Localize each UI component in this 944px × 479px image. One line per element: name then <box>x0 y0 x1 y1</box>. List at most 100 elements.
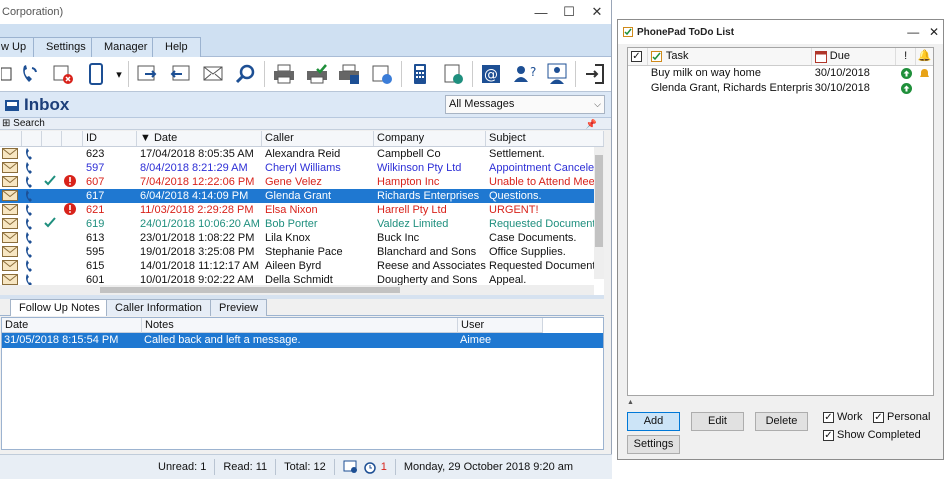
cell-company: Buck Inc <box>377 232 420 244</box>
tab-preview[interactable]: Preview <box>210 299 268 316</box>
personal-label: Personal <box>887 411 931 423</box>
delete-button[interactable]: Delete <box>755 412 808 431</box>
settings-button[interactable]: Settings <box>627 435 680 454</box>
table-row[interactable]: 619 24/01/2018 10:06:20 AM Bob Porter Valde… <box>0 217 604 231</box>
table-row[interactable]: 623 17/04/2018 8:05:35 AM Alexandra Reid Ca… <box>0 147 604 161</box>
tab-follow-up-notes[interactable]: Follow Up Notes <box>10 299 109 316</box>
todo-item[interactable]: Buy milk on way home 30/10/2018 <box>628 66 933 81</box>
search-icon[interactable] <box>229 59 262 89</box>
todo-title: PhonePad ToDo List <box>637 26 735 38</box>
menu-tab-settings[interactable]: Settings <box>33 37 99 57</box>
cell-caller: Elsa Nixon <box>265 204 318 216</box>
col-urgent-icon[interactable] <box>62 131 83 146</box>
col-type-icon[interactable] <box>22 131 42 146</box>
phone-icon <box>22 203 42 217</box>
table-row[interactable]: 613 23/01/2018 1:08:22 PM Lila Knox Buck In… <box>0 231 604 245</box>
todo-col-priority[interactable]: ! <box>896 48 917 65</box>
status-alerts[interactable]: 1 <box>335 459 396 475</box>
edit-button[interactable]: Edit <box>691 412 744 431</box>
todo-col-reminder[interactable]: 🔔 <box>916 48 933 65</box>
table-row[interactable]: 621 11/03/2018 2:29:28 PM Elsa Nixon Harrel… <box>0 203 604 217</box>
empty-cell <box>62 217 83 231</box>
col-done-icon[interactable] <box>42 131 62 146</box>
col-status-icon[interactable] <box>0 131 22 146</box>
show-completed-checkbox[interactable]: ✓ Show Completed <box>823 429 921 441</box>
email-message-icon[interactable] <box>197 59 230 89</box>
message-filter-select[interactable]: All Messages ⌵ <box>445 95 605 114</box>
cell-caller: Glenda Grant <box>265 190 332 202</box>
detail-tabs: Follow Up Notes Caller Information Previ… <box>0 299 604 316</box>
cell-company: Harrell Pty Ltd <box>377 204 447 216</box>
col-header-id[interactable]: ID <box>83 131 137 146</box>
work-checkbox[interactable]: ✓ Work <box>823 411 862 423</box>
cell-subject: Case Documents. <box>489 232 577 244</box>
todo-item[interactable]: Glenda Grant, Richards Enterprise... 30/… <box>628 81 933 96</box>
note-row[interactable]: 31/05/2018 8:15:54 PM Called back and le… <box>2 333 603 348</box>
notes-col-date[interactable]: Date <box>2 318 142 333</box>
user-settings-icon[interactable] <box>540 59 573 89</box>
table-row[interactable]: 595 19/01/2018 3:25:08 PM Stephanie Pace Bl… <box>0 245 604 259</box>
message-filter-value: All Messages <box>449 98 515 110</box>
grid-horizontal-scrollbar[interactable] <box>0 285 594 295</box>
scroll-thumb[interactable] <box>100 287 400 293</box>
calculator-icon[interactable] <box>404 59 437 89</box>
table-row[interactable]: 597 8/04/2018 8:21:29 AM Cheryl Williams Wi… <box>0 161 604 175</box>
table-row[interactable]: 607 7/04/2018 12:22:06 PM Gene Velez Hampto… <box>0 175 604 189</box>
print-icon[interactable] <box>267 59 300 89</box>
cell-subject: Settlement. <box>489 148 545 160</box>
inbox-header: Inbox All Messages ⌵ <box>0 92 611 118</box>
todo-select-all-checkbox[interactable]: ✓ <box>628 48 648 65</box>
notes-col-user[interactable]: User <box>458 318 543 333</box>
maximize-icon[interactable]: ☐ <box>555 0 583 24</box>
help-user-icon[interactable]: ? <box>507 59 540 89</box>
col-header-date[interactable]: ▼ Date <box>137 131 262 146</box>
envelope-icon <box>0 203 22 217</box>
pin-icon[interactable]: 📌 <box>586 118 597 130</box>
table-row[interactable]: 617 6/04/2018 4:14:09 PM Glenda Grant Richa… <box>0 189 604 203</box>
urgent-icon <box>62 175 83 189</box>
search-icon: ⊞ <box>2 118 11 129</box>
calendar-refresh-icon[interactable] <box>437 59 470 89</box>
alarm-clock-icon <box>363 462 376 474</box>
search-toggle[interactable]: ⊞ Search 📌 <box>0 118 611 130</box>
personal-checkbox[interactable]: ✓ Personal <box>873 411 930 423</box>
col-header-subject[interactable]: Subject <box>486 131 604 146</box>
phone-call-icon[interactable] <box>14 59 47 89</box>
email-address-icon[interactable]: @ <box>475 59 508 89</box>
close-icon[interactable]: ✕ <box>583 0 611 24</box>
menu-bar: w Up Settings Manager Help <box>0 24 611 57</box>
cell-date: 19/01/2018 3:25:08 PM <box>140 246 255 258</box>
logout-icon[interactable] <box>578 59 611 89</box>
mobile-sms-icon[interactable] <box>79 59 112 89</box>
cell-company: Reese and Associates <box>377 260 486 272</box>
reply-message-icon[interactable] <box>164 59 197 89</box>
work-label: Work <box>837 411 863 423</box>
scroll-thumb[interactable] <box>595 155 603 247</box>
notes-col-notes[interactable]: Notes <box>142 318 458 333</box>
phone-icon <box>22 217 42 231</box>
close-icon[interactable]: ✕ <box>925 25 943 39</box>
grid-vertical-scrollbar[interactable] <box>594 147 604 279</box>
col-header-caller[interactable]: Caller <box>262 131 374 146</box>
minimize-icon[interactable]: — <box>527 0 555 24</box>
todo-col-due[interactable]: Due <box>812 48 897 65</box>
table-row[interactable]: 615 14/01/2018 11:12:17 AM Aileen Byrd Rees… <box>0 259 604 273</box>
todo-item-checkbox[interactable] <box>628 66 648 81</box>
web-print-icon[interactable] <box>366 59 399 89</box>
add-button[interactable]: Add <box>627 412 680 431</box>
col-header-company[interactable]: Company <box>374 131 486 146</box>
todo-col-task[interactable]: Task <box>648 48 812 65</box>
todo-item-checkbox[interactable] <box>628 81 648 96</box>
minimize-icon[interactable]: — <box>904 25 922 39</box>
forward-message-icon[interactable] <box>131 59 164 89</box>
chevron-down-icon[interactable]: ▾ <box>112 59 126 89</box>
delete-message-icon[interactable] <box>46 59 79 89</box>
print-checked-icon[interactable] <box>300 59 333 89</box>
print-preview-icon[interactable] <box>333 59 366 89</box>
menu-tab-help[interactable]: Help <box>152 37 201 57</box>
tab-caller-information[interactable]: Caller Information <box>106 299 211 316</box>
print-partial-icon[interactable] <box>0 59 14 89</box>
cell-id: 613 <box>86 232 105 244</box>
expand-triangle-icon[interactable]: ▲ <box>627 399 634 406</box>
menu-tab-manager[interactable]: Manager <box>91 37 161 57</box>
